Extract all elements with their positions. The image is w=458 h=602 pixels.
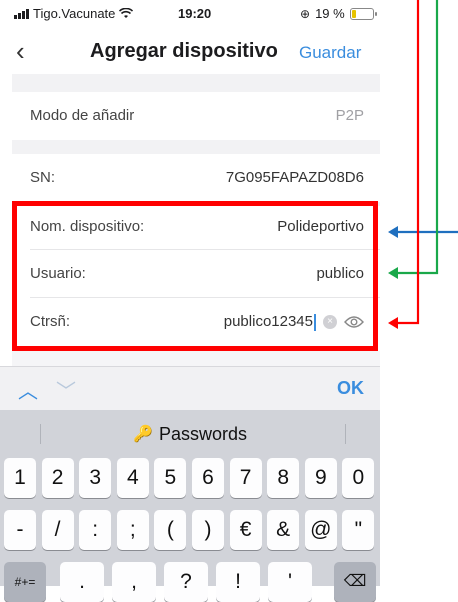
- annotation-arrows: [388, 0, 458, 329]
- red-arrowhead: [388, 317, 398, 329]
- green-arrowhead: [388, 267, 398, 279]
- blue-arrowhead: [388, 226, 398, 238]
